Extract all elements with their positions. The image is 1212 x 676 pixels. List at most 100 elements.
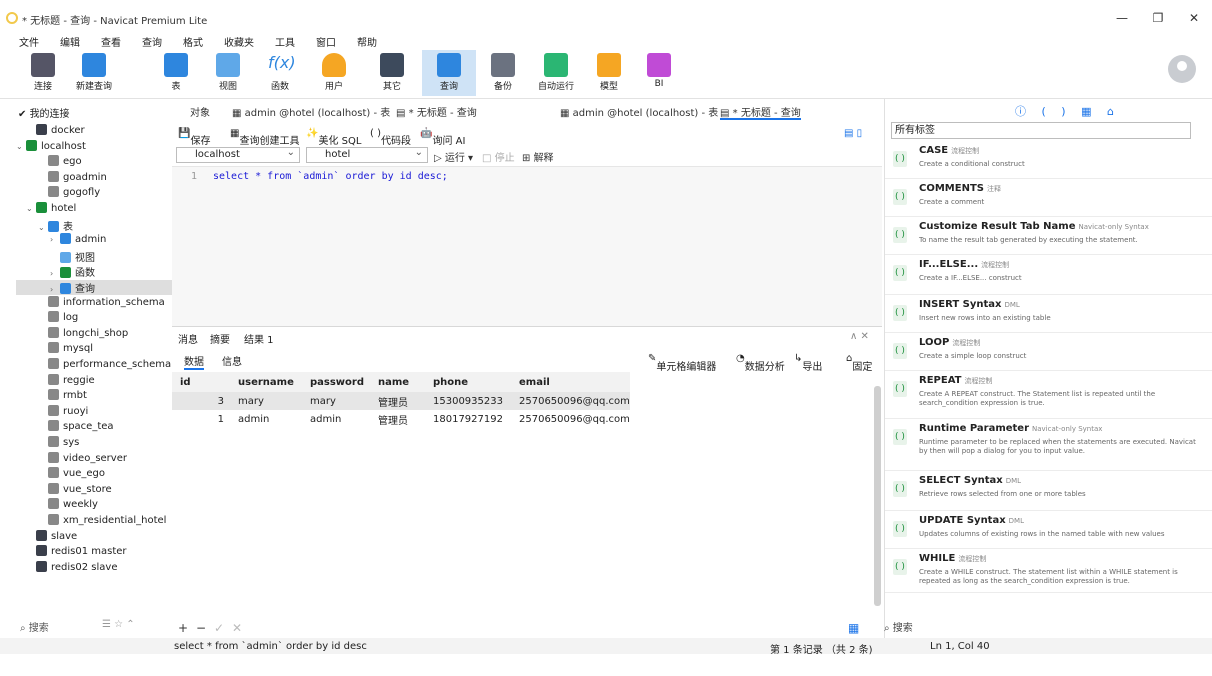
tree-item-redis02-slave[interactable]: redis02 slave — [26, 560, 117, 576]
tab-untitled-query-1[interactable]: ▤ * 无标题 - 查询 — [396, 100, 477, 120]
minimize-button[interactable]: — — [1104, 8, 1140, 28]
tree-item-vue_ego[interactable]: vue_ego — [38, 467, 105, 482]
tree-item-docker[interactable]: docker — [26, 124, 85, 139]
snippet-item[interactable]: ( ) WHILE 流程控制 Create a WHILE construct. Th… — [885, 549, 1212, 593]
scrollbar-thumb[interactable] — [874, 386, 881, 606]
tree-item-rmbt[interactable]: rmbt — [38, 389, 87, 404]
model-button[interactable]: 模型 — [594, 50, 624, 96]
chevron-icon[interactable]: ⌄ — [16, 142, 26, 151]
col-phone[interactable]: phone — [425, 372, 511, 392]
tree-item-函数[interactable]: › 函数 — [50, 264, 95, 279]
user-avatar[interactable] — [1168, 55, 1196, 83]
snippet-item[interactable]: ( ) COMMENTS 注释 Create a comment — [885, 179, 1212, 217]
menu-favorites[interactable]: 收藏夹 — [224, 32, 254, 50]
cell[interactable]: 1 — [172, 410, 230, 428]
col-name[interactable]: name — [370, 372, 425, 392]
tree-item-reggie[interactable]: reggie — [38, 373, 95, 389]
tab-result-1[interactable]: 结果 1 — [244, 331, 274, 346]
pin-button[interactable]: ⌂ 固定 — [846, 353, 872, 373]
run-button[interactable]: ▷ 运行 ▾ — [434, 149, 473, 164]
tree-item-vue_store[interactable]: vue_store — [38, 482, 112, 498]
add-record-button[interactable]: + — [178, 621, 188, 635]
tree-item-视图[interactable]: 视图 — [50, 249, 95, 264]
cell[interactable]: admin — [230, 410, 302, 428]
save-button[interactable]: 💾 保存 — [178, 128, 210, 147]
menu-format[interactable]: 格式 — [183, 32, 203, 50]
connect-button[interactable]: 连接 — [24, 50, 62, 96]
tree-item-video_server[interactable]: video_server — [38, 451, 127, 467]
col-password[interactable]: password — [302, 372, 370, 392]
beautify-sql-button[interactable]: ✨ 美化 SQL — [306, 128, 361, 147]
snippet-item[interactable]: ( ) Runtime Parameter Navicat-only Syntax R… — [885, 419, 1212, 471]
table-button[interactable]: 表 — [158, 50, 194, 96]
function-button[interactable]: f(x) 函数 — [262, 50, 298, 96]
query-button[interactable]: 查询 — [422, 50, 476, 96]
table-row[interactable]: 1 admin admin 管理员 18017927192 2570650096… — [172, 410, 630, 428]
tag-filter-select[interactable]: 所有标签 — [891, 122, 1191, 139]
cell[interactable]: 管理员 — [370, 410, 425, 428]
tree-item-redis01-master[interactable]: redis01 master — [26, 545, 127, 560]
tree-item-information_schema[interactable]: information_schema — [38, 295, 165, 311]
tab-summary[interactable]: 摘要 — [210, 331, 230, 346]
nav-filter-icons[interactable]: ☰ ☆ ⌃ — [102, 619, 135, 630]
tree-item-log[interactable]: log — [38, 311, 78, 326]
user-button[interactable]: 用户 — [316, 50, 352, 96]
menu-window[interactable]: 窗口 — [316, 32, 336, 50]
menu-query[interactable]: 查询 — [142, 32, 162, 50]
table-row[interactable]: 3 mary mary 管理员 15300935233 2570650096@q… — [172, 392, 630, 410]
snippet-item[interactable]: ( ) INSERT Syntax DML Insert new rows into … — [885, 295, 1212, 333]
subtab-data[interactable]: 数据 — [184, 353, 204, 370]
snippet-item[interactable]: ( ) IF...ELSE... 流程控制 Create a IF...ELSE...… — [885, 255, 1212, 295]
tree-item-表[interactable]: ⌄ 表 — [38, 218, 73, 233]
cell[interactable]: 18017927192 — [425, 410, 511, 428]
sql-code[interactable]: select * from `admin` order by id desc; — [213, 171, 448, 182]
tree-item-xm_residential_hotel[interactable]: xm_residential_hotel — [38, 514, 166, 529]
query-builder-button[interactable]: ▦ 查询创建工具 — [230, 128, 299, 147]
cell[interactable]: mary — [230, 392, 302, 410]
cell[interactable]: 2570650096@qq.com — [511, 392, 630, 410]
menu-edit[interactable]: 编辑 — [60, 32, 80, 50]
tree-item-hotel[interactable]: ⌄ hotel — [26, 202, 76, 217]
bi-button[interactable]: BI — [644, 50, 674, 96]
tree-item-admin[interactable]: › admin — [50, 233, 106, 248]
export-button[interactable]: ↳ 导出 — [794, 353, 822, 373]
cell[interactable]: mary — [302, 392, 370, 410]
subtab-info[interactable]: 信息 — [222, 353, 242, 368]
new-query-button[interactable]: 新建查询 — [70, 50, 118, 96]
result-grid[interactable]: id username password name phone email 3 … — [172, 372, 872, 620]
menu-tools[interactable]: 工具 — [275, 32, 295, 50]
tab-untitled-query-2[interactable]: ▤ * 无标题 - 查询 — [720, 100, 801, 120]
layout-toggle-icon[interactable]: ▤ ▯ — [844, 128, 862, 139]
chevron-icon[interactable]: › — [50, 235, 60, 244]
col-username[interactable]: username — [230, 372, 302, 392]
sql-editor[interactable]: 1 select * from `admin` order by id desc… — [172, 166, 882, 326]
data-analysis-button[interactable]: ◔ 数据分析 — [736, 353, 785, 373]
snippet-item[interactable]: ( ) CASE 流程控制 Create a conditional construc… — [885, 141, 1212, 179]
cell[interactable]: 15300935233 — [425, 392, 511, 410]
nav-search[interactable]: ⌕ 搜索 — [20, 619, 49, 634]
close-button[interactable]: ✕ — [1176, 8, 1212, 28]
code-snippet-button[interactable]: ( ) 代码段 — [370, 128, 411, 147]
view-button[interactable]: 视图 — [210, 50, 246, 96]
cell-editor-button[interactable]: ✎ 单元格编辑器 — [648, 353, 716, 373]
tree-item-查询[interactable]: › 查询 — [16, 280, 172, 295]
panel-mode-icons[interactable]: ⓘ ( ) ▦ ⌂ — [1015, 103, 1120, 119]
tree-item-performance_schema[interactable]: performance_schema — [38, 358, 171, 373]
tree-item-ego[interactable]: ego — [38, 155, 82, 170]
tree-item-slave[interactable]: slave — [26, 529, 77, 545]
tree-item-longchi_shop[interactable]: longchi_shop — [38, 326, 128, 342]
automation-button[interactable]: 自动运行 — [534, 50, 578, 96]
tab-admin-table-1[interactable]: ▦ admin @hotel (localhost) - 表 — [232, 100, 390, 120]
backup-button[interactable]: 备份 — [488, 50, 518, 96]
chevron-icon[interactable]: › — [50, 285, 60, 294]
database-select[interactable]: hotel — [306, 146, 428, 163]
maximize-button[interactable]: ❐ — [1140, 8, 1176, 28]
grid-scrollbar[interactable] — [872, 372, 882, 620]
snippet-item[interactable]: ( ) Customize Result Tab Name Navicat-only… — [885, 217, 1212, 255]
tab-objects[interactable]: 对象 — [190, 100, 210, 120]
stop-button[interactable]: □ 停止 — [482, 149, 515, 164]
cell[interactable]: 管理员 — [370, 392, 425, 410]
other-button[interactable]: 其它 — [372, 50, 412, 96]
tree-item-mysql[interactable]: mysql — [38, 342, 93, 357]
col-email[interactable]: email — [511, 372, 630, 392]
